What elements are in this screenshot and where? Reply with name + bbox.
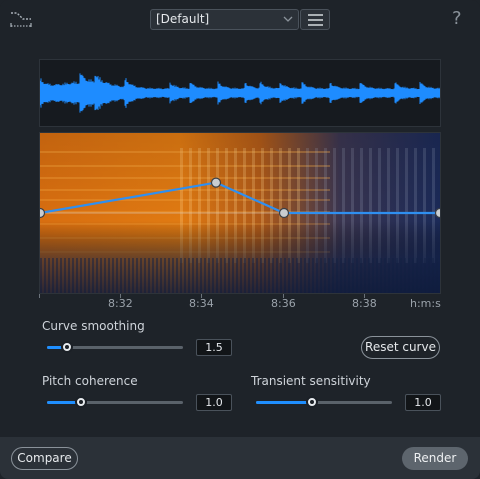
timeline-label: 8:36 [271, 297, 296, 310]
presets-menu-button[interactable] [300, 9, 330, 30]
timeline-tick [39, 294, 40, 298]
curve-node[interactable] [40, 207, 46, 219]
help-icon[interactable]: ? [452, 8, 462, 29]
curve-smoothing-label: Curve smoothing [42, 319, 145, 333]
compare-button[interactable]: Compare [11, 447, 78, 470]
hamburger-icon [308, 14, 323, 26]
pitch-coherence-value[interactable]: 1.0 [196, 394, 232, 411]
transient-sensitivity-label: Transient sensitivity [251, 374, 371, 388]
slider-knob[interactable] [61, 341, 74, 353]
timeline-ruler: 8:32 8:34 8:36 8:38 h:m:s [39, 294, 441, 312]
pitch-coherence-slider[interactable] [47, 395, 183, 409]
pitch-coherence-label: Pitch coherence [42, 374, 138, 388]
preset-dropdown[interactable]: [Default] [150, 9, 299, 30]
waveform-graphic [39, 73, 441, 113]
curve-node[interactable] [210, 177, 222, 188]
stretch-panel: [Default] ? 8:32 8:34 8:36 8:38 h:m:s Cu… [0, 0, 480, 479]
slider-knob[interactable] [305, 396, 318, 408]
chevron-down-icon [283, 16, 293, 22]
curve-node[interactable] [434, 207, 441, 219]
transient-sensitivity-slider[interactable] [256, 395, 392, 409]
waveform-path [39, 73, 441, 113]
curve-smoothing-slider[interactable] [47, 340, 183, 354]
curve-node[interactable] [278, 207, 290, 219]
timeline-label: 8:32 [108, 297, 133, 310]
timeline-label: 8:38 [352, 297, 377, 310]
waveform-overview[interactable] [39, 59, 441, 127]
timeline-label: 8:34 [189, 297, 214, 310]
spectrogram-graphic [40, 133, 440, 293]
timeline-unit: h:m:s [410, 297, 441, 310]
header-bar: [Default] ? [0, 0, 480, 40]
render-button[interactable]: Render [402, 447, 468, 470]
curve-smoothing-value[interactable]: 1.5 [196, 339, 232, 356]
slider-knob[interactable] [75, 396, 87, 408]
transient-sensitivity-value[interactable]: 1.0 [405, 394, 441, 411]
preset-value: [Default] [156, 12, 210, 26]
reset-curve-button[interactable]: Reset curve [361, 336, 440, 359]
spectrogram-view[interactable] [39, 132, 441, 294]
curve-icon[interactable] [9, 9, 33, 29]
